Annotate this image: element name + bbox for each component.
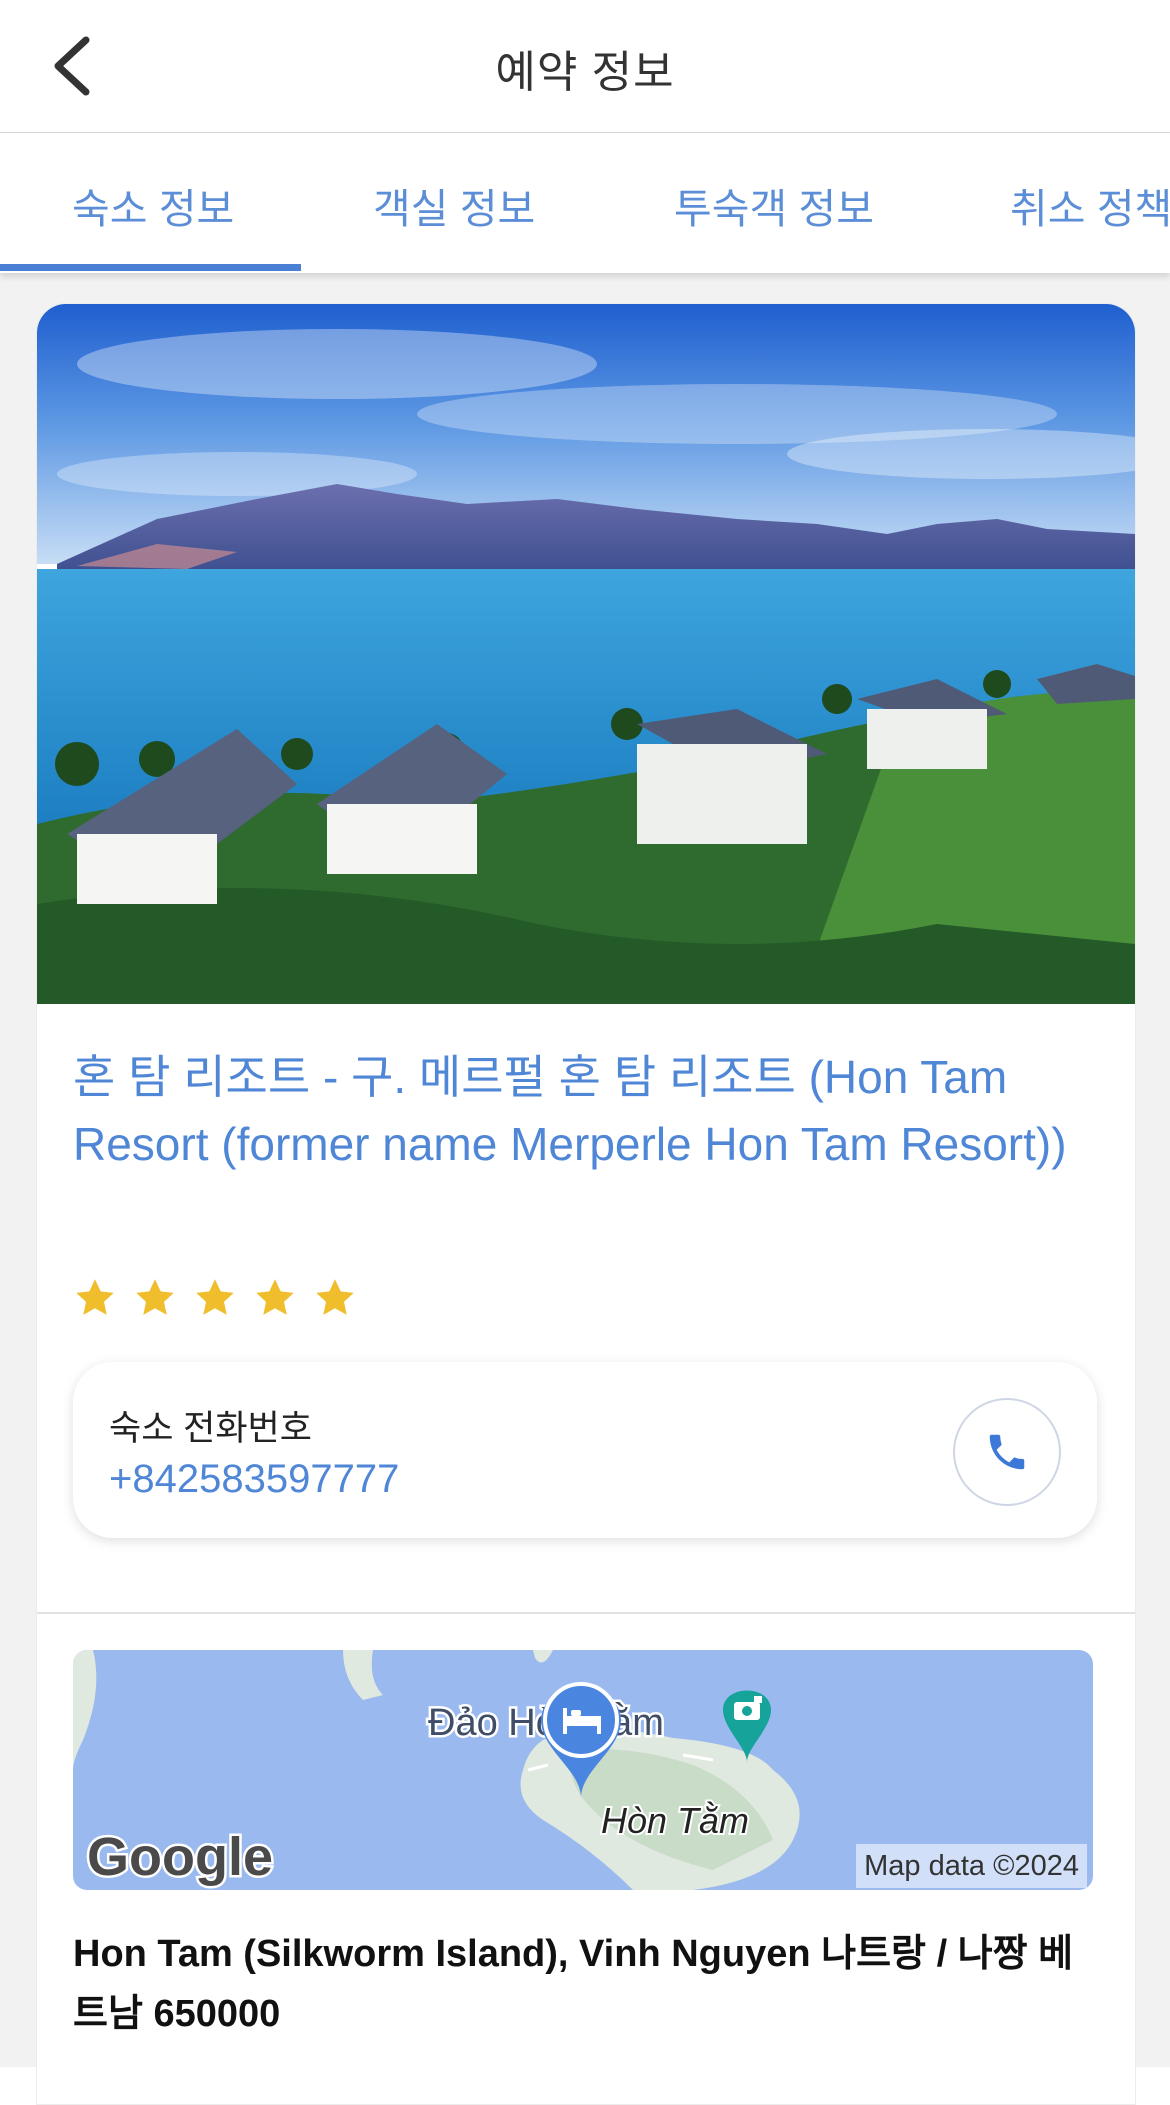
tab-bar: 숙소 정보 객실 정보 투숙객 정보 취소 정책 <box>0 133 1170 273</box>
tab-room-info[interactable]: 객실 정보 <box>373 175 535 235</box>
hotel-name[interactable]: 혼 탐 리조트 - 구. 메르펄 혼 탐 리조트 (Hon Tam Resort… <box>73 1044 1073 1178</box>
phone-number[interactable]: +842583597777 <box>109 1457 399 1502</box>
phone-label: 숙소 전화번호 <box>109 1409 312 1448</box>
phone-icon <box>989 1434 1025 1470</box>
hotel-photo[interactable] <box>37 304 1135 1004</box>
star-icon <box>196 1279 234 1315</box>
phone-card: 숙소 전화번호 +842583597777 <box>73 1362 1097 1538</box>
map-credit: Map data ©2024 <box>856 1844 1087 1888</box>
content-area: 혼 탐 리조트 - 구. 메르펄 혼 탐 리조트 (Hon Tam Resort… <box>0 273 1170 2105</box>
star-icon <box>256 1279 294 1315</box>
location-map[interactable]: Đảo Hòn Tằm Hòn Tằm Google <box>73 1650 1093 1890</box>
property-card: 혼 탐 리조트 - 구. 메르펄 혼 탐 리조트 (Hon Tam Resort… <box>36 303 1136 2105</box>
header: 예약 정보 <box>0 0 1170 133</box>
tab-cancellation-policy[interactable]: 취소 정책 <box>1010 175 1170 235</box>
hotel-address: Hon Tam (Silkworm Island), Vinh Nguyen 나… <box>73 1933 1074 2035</box>
star-icon <box>316 1279 354 1315</box>
star-rating <box>73 1276 357 1320</box>
call-button[interactable] <box>953 1398 1061 1506</box>
page-title: 예약 정보 <box>495 48 675 97</box>
tab-guest-info[interactable]: 투숙객 정보 <box>674 175 874 235</box>
section-divider <box>37 1612 1135 1614</box>
map-label-hon-tam: Hòn Tằm <box>601 1800 749 1841</box>
star-icon <box>136 1279 174 1315</box>
google-logo: Google <box>87 1827 273 1887</box>
star-icon <box>76 1279 114 1315</box>
active-tab-indicator <box>0 264 301 271</box>
tab-property-info[interactable]: 숙소 정보 <box>72 175 234 235</box>
